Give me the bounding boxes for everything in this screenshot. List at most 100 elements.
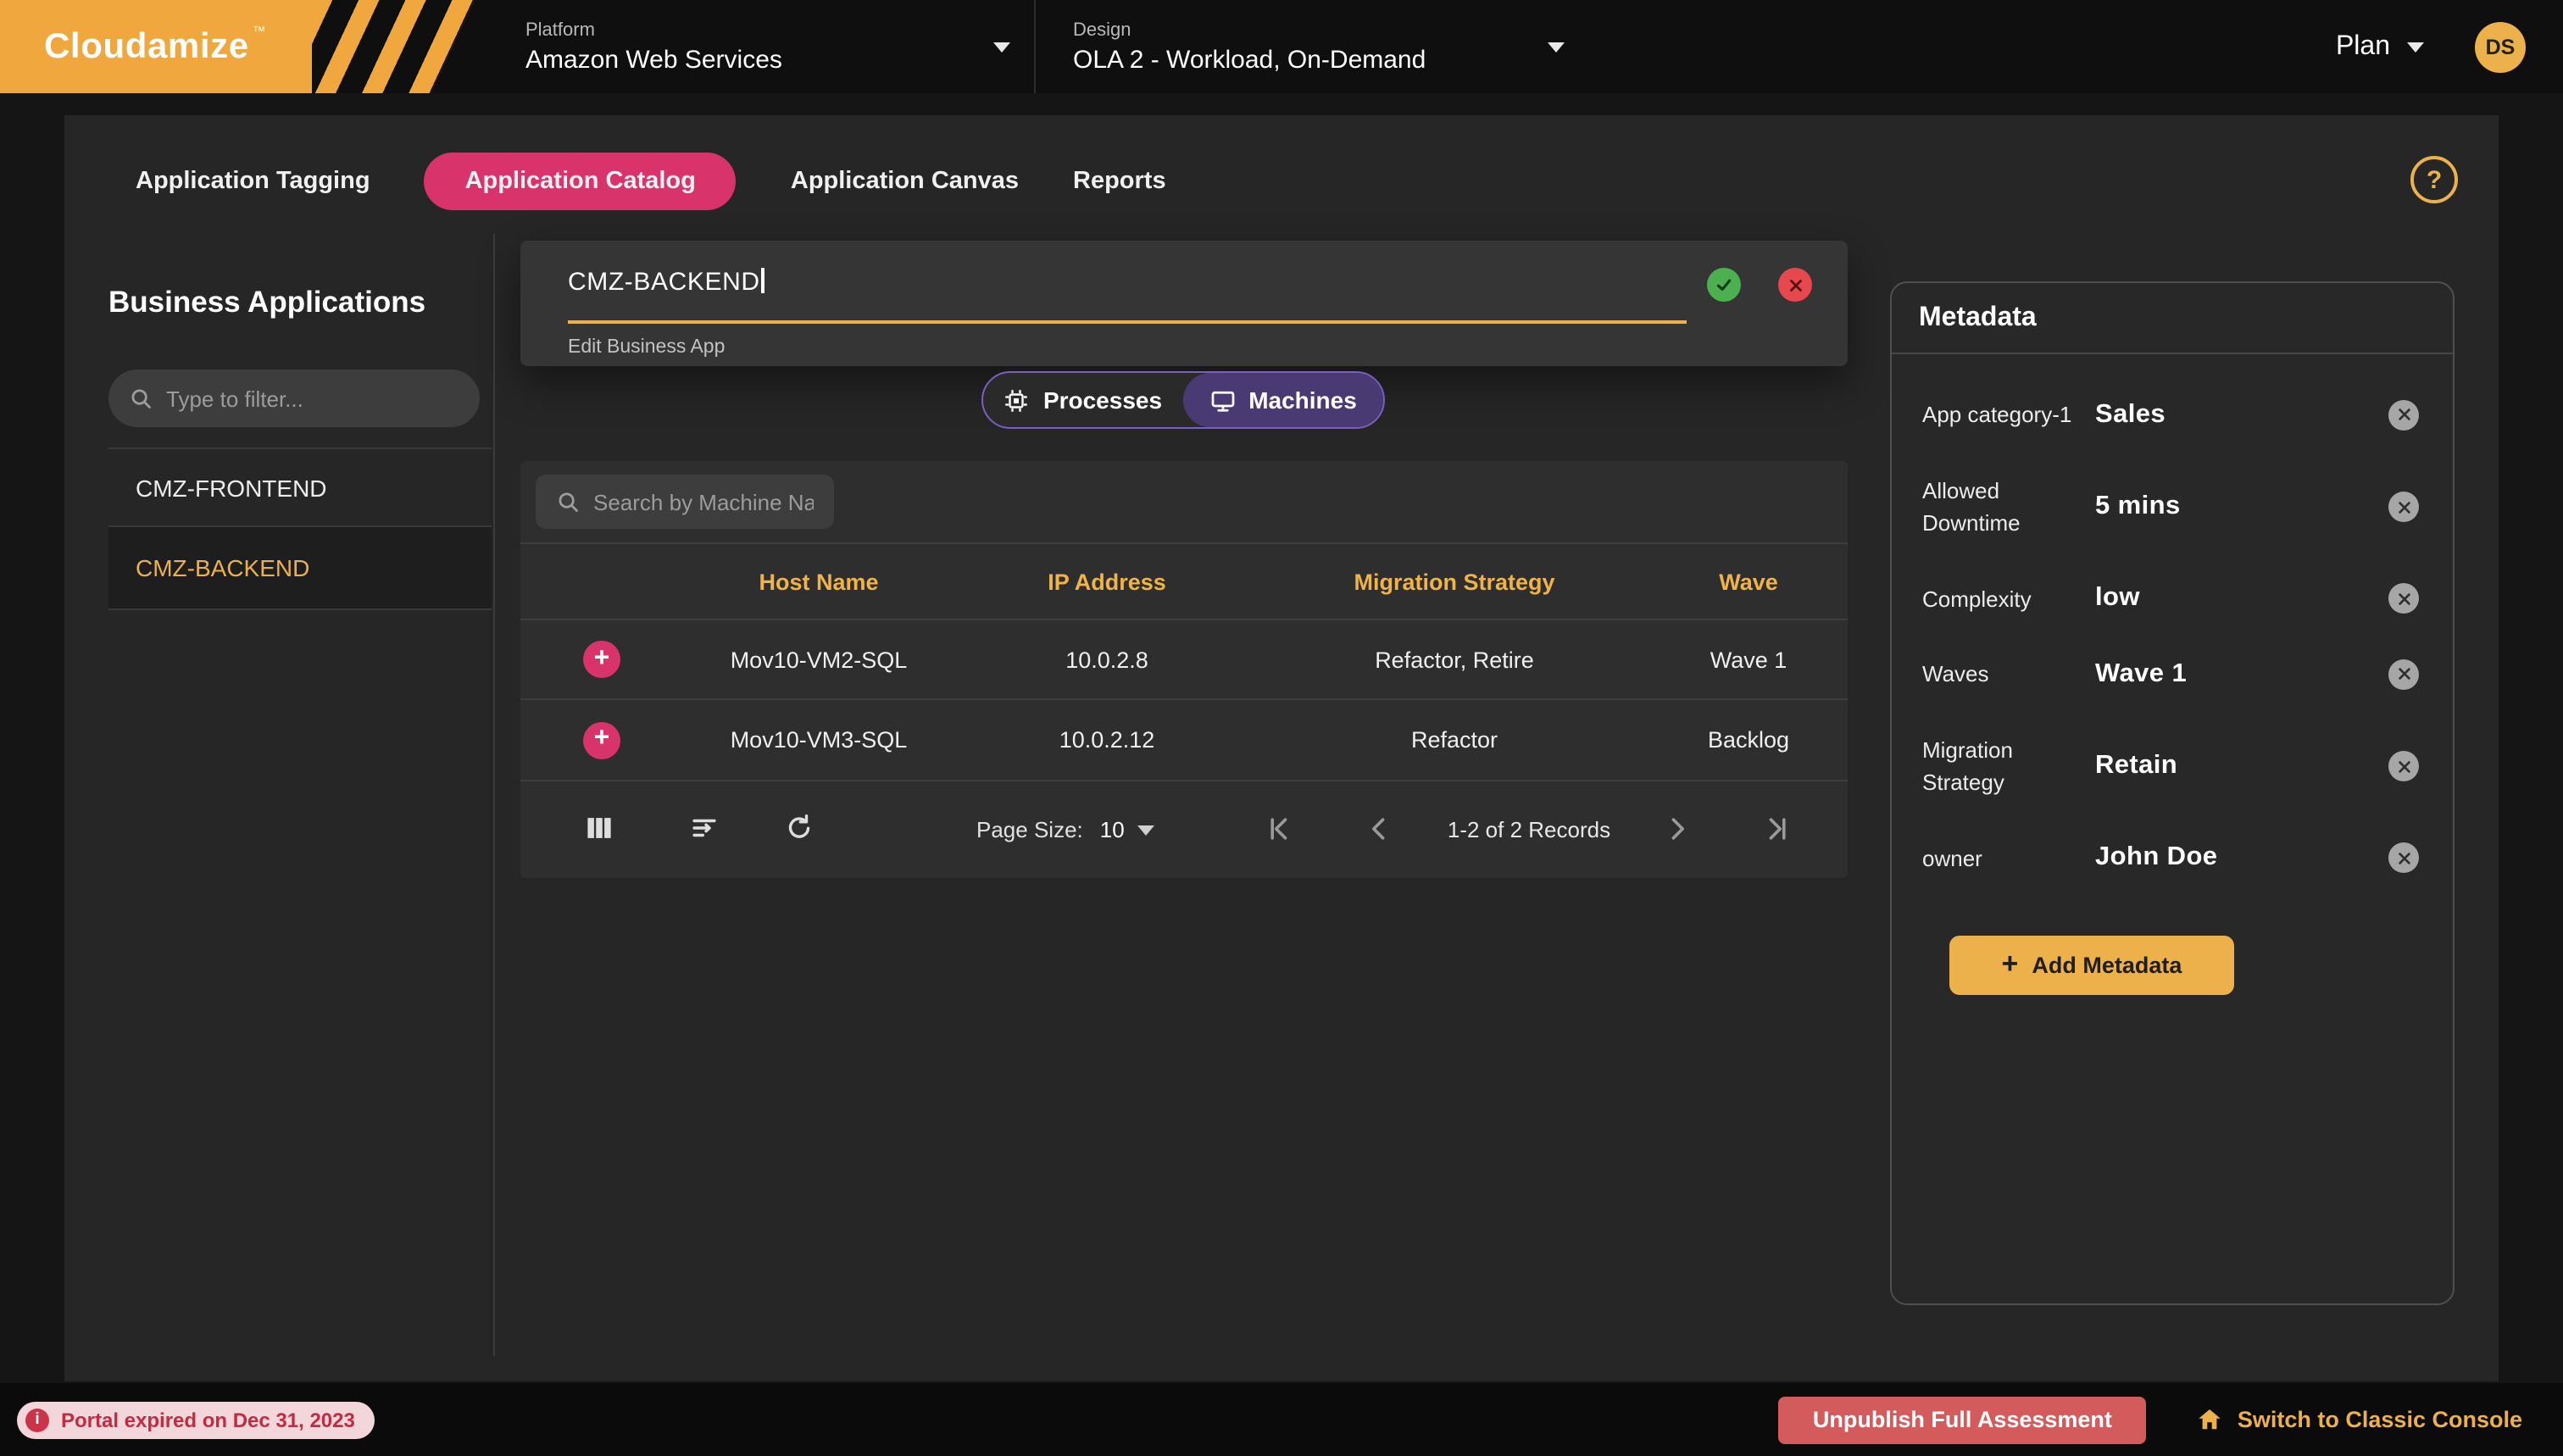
cell-migration-strategy: Refactor [1259, 727, 1649, 753]
toggle-machines[interactable]: Machines [1183, 373, 1383, 427]
business-app-name: CMZ-BACKEND [568, 268, 760, 297]
first-page-button[interactable] [1265, 814, 1298, 847]
search-icon [129, 386, 153, 410]
machine-search-input[interactable] [593, 489, 814, 514]
platform-selector[interactable]: Platform Amazon Web Services [525, 19, 1034, 74]
toggle-processes-label: Processes [1043, 386, 1162, 414]
portal-expiry-badge: i Portal expired on Dec 31, 2023 [17, 1401, 375, 1438]
input-underline [568, 320, 1687, 324]
column-host-name[interactable]: Host Name [683, 569, 954, 594]
tab-bar: Application Tagging Application Catalog … [136, 153, 1166, 210]
trademark-symbol: ™ [253, 24, 266, 39]
cancel-button[interactable] [1778, 268, 1812, 302]
filter-search-box [108, 370, 480, 427]
column-wave[interactable]: Wave [1649, 569, 1848, 594]
remove-metadata-button[interactable] [2388, 751, 2419, 781]
sidebar-divider [493, 234, 495, 1356]
main-panel: Application Tagging Application Catalog … [64, 115, 2499, 1381]
check-icon [1714, 275, 1734, 295]
table-row: + Mov10-VM3-SQL 10.0.2.12 Refactor Backl… [520, 700, 1848, 781]
confirm-button[interactable] [1707, 268, 1741, 302]
column-migration-strategy[interactable]: Migration Strategy [1259, 569, 1649, 594]
metadata-entry: Complexity low [1922, 582, 2426, 615]
metadata-value: Sales [2095, 400, 2378, 431]
metadata-entry: Waves Wave 1 [1922, 658, 2426, 691]
design-label: Design [1073, 19, 1426, 40]
row-layout-button[interactable] [687, 814, 720, 847]
toggle-machines-label: Machines [1248, 386, 1357, 414]
last-page-button[interactable] [1758, 814, 1792, 847]
remove-metadata-button[interactable] [2388, 584, 2419, 614]
chevron-down-icon [1548, 42, 1565, 52]
chevron-down-icon [2407, 42, 2424, 52]
tab-application-catalog[interactable]: Application Catalog [425, 153, 737, 210]
sidebar-item-cmz-backend[interactable]: CMZ-BACKEND [108, 527, 492, 610]
cloudamize-logo[interactable]: Cloudamize ™ [0, 0, 475, 93]
column-ip-address[interactable]: IP Address [954, 569, 1259, 594]
close-icon [2396, 759, 2411, 774]
page-size-select[interactable]: 10 [1100, 817, 1155, 842]
avatar[interactable]: DS [2475, 21, 2526, 72]
cell-host-name: Mov10-VM3-SQL [683, 727, 954, 753]
table-header-row: Host Name IP Address Migration Strategy … [520, 542, 1848, 620]
metadata-entry: Allowed Downtime 5 mins [1922, 474, 2426, 540]
remove-metadata-button[interactable] [2388, 400, 2419, 431]
help-button[interactable]: ? [2410, 156, 2458, 203]
cpu-icon [1004, 387, 1030, 413]
switch-to-classic-console[interactable]: Switch to Classic Console [2197, 1407, 2522, 1432]
platform-value: Amazon Web Services [525, 45, 782, 74]
expand-row-button[interactable]: + [583, 721, 620, 759]
remove-metadata-button[interactable] [2388, 843, 2419, 874]
edit-helper-text: Edit Business App [568, 337, 725, 358]
expand-row-button[interactable]: + [583, 641, 620, 678]
toggle-processes[interactable]: Processes [983, 373, 1183, 427]
next-page-button[interactable] [1660, 814, 1693, 847]
app-root: Cloudamize ™ Platform Amazon Web Service… [0, 0, 2563, 1456]
info-icon: i [25, 1408, 49, 1431]
tab-reports[interactable]: Reports [1073, 168, 1166, 195]
sidebar-item-cmz-frontend[interactable]: CMZ-FRONTEND [108, 447, 492, 527]
top-header: Cloudamize ™ Platform Amazon Web Service… [0, 0, 2563, 93]
chevron-right-icon [1661, 814, 1692, 844]
cell-host-name: Mov10-VM2-SQL [683, 647, 954, 672]
close-icon [2396, 499, 2411, 514]
plan-selector[interactable]: Plan [2336, 31, 2424, 62]
metadata-key: Migration Strategy [1922, 733, 2085, 799]
business-app-name-input[interactable]: CMZ-BACKEND [568, 268, 764, 297]
filter-input[interactable] [166, 386, 459, 411]
page-size-control: Page Size: 10 [976, 781, 1155, 878]
platform-label: Platform [525, 19, 782, 40]
tab-application-tagging[interactable]: Application Tagging [136, 168, 370, 195]
metadata-entry: Migration Strategy Retain [1922, 733, 2426, 799]
plan-label: Plan [2336, 31, 2390, 62]
previous-page-button[interactable] [1363, 814, 1397, 847]
metadata-entry: owner John Doe [1922, 842, 2426, 875]
chevron-left-icon [1365, 814, 1395, 844]
unpublish-button[interactable]: Unpublish Full Assessment [1779, 1396, 2146, 1443]
plus-icon: + [2002, 947, 2019, 981]
metadata-title: Metadata [1892, 283, 2453, 354]
metadata-value: Wave 1 [2095, 659, 2378, 690]
metadata-key: owner [1922, 842, 2085, 875]
metadata-value: Retain [2095, 751, 2378, 781]
remove-metadata-button[interactable] [2388, 659, 2419, 690]
table-footer: Page Size: 10 1-2 of 2 Record [520, 781, 1848, 878]
chevron-down-icon [1138, 825, 1155, 835]
machines-table-panel: Host Name IP Address Migration Strategy … [520, 461, 1848, 878]
design-value: OLA 2 - Workload, On-Demand [1073, 45, 1426, 74]
cell-ip-address: 10.0.2.8 [954, 647, 1259, 672]
view-toggle: Processes Machines [981, 371, 1385, 429]
first-page-icon [1266, 814, 1297, 844]
tab-application-canvas[interactable]: Application Canvas [791, 168, 1019, 195]
refresh-button[interactable] [781, 814, 815, 847]
metadata-value: John Doe [2095, 843, 2378, 874]
rows-icon [689, 814, 718, 842]
design-selector[interactable]: Design OLA 2 - Workload, On-Demand [1073, 19, 1582, 74]
metadata-value: low [2095, 584, 2378, 614]
search-icon [556, 490, 580, 514]
logo-stripes [312, 0, 475, 93]
remove-metadata-button[interactable] [2388, 492, 2419, 522]
columns-button[interactable] [581, 814, 615, 847]
machine-search-box [536, 475, 834, 529]
add-metadata-button[interactable]: + Add Metadata [1949, 936, 2234, 995]
